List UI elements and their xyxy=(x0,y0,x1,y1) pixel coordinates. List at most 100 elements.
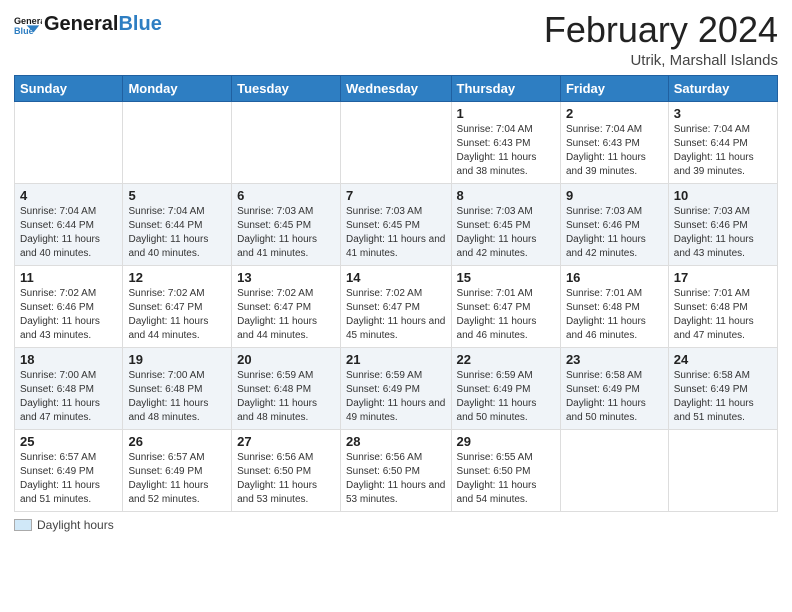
day-info: Sunrise: 7:02 AM Sunset: 6:47 PM Dayligh… xyxy=(237,287,335,343)
day-number: 3 xyxy=(674,106,772,121)
day-cell: 29Sunrise: 6:55 AM Sunset: 6:50 PM Dayli… xyxy=(451,429,560,511)
day-info: Sunrise: 6:59 AM Sunset: 6:49 PM Dayligh… xyxy=(457,369,555,425)
day-info: Sunrise: 7:04 AM Sunset: 6:44 PM Dayligh… xyxy=(674,123,772,179)
week-row-1: 4 Sunrise: 7:04 AM Sunset: 6:44 PM Daylig… xyxy=(15,183,778,265)
day-cell: 28 Sunrise: 6:56 AM Sunset: 6:50 PM Dayli… xyxy=(341,429,452,511)
day-info: Sunrise: 7:00 AM Sunset: 6:48 PM Dayligh… xyxy=(128,369,226,425)
day-number: 20 xyxy=(237,352,335,367)
day-info: Sunrise: 7:04 AM Sunset: 6:44 PM Dayligh… xyxy=(20,205,117,261)
calendar-table: Sunday Monday Tuesday Wednesday Thursday… xyxy=(14,75,778,512)
day-cell xyxy=(15,101,123,183)
svg-text:Blue: Blue xyxy=(14,26,34,36)
day-info: Sunrise: 6:59 AM Sunset: 6:49 PM Dayligh… xyxy=(346,369,446,425)
day-cell: 17Sunrise: 7:01 AM Sunset: 6:48 PM Dayli… xyxy=(668,265,777,347)
day-number: 2 xyxy=(566,106,663,121)
day-info: Sunrise: 7:04 AM Sunset: 6:44 PM Dayligh… xyxy=(128,205,226,261)
day-number: 18 xyxy=(20,352,117,367)
day-info: Sunrise: 7:01 AM Sunset: 6:48 PM Dayligh… xyxy=(674,287,772,343)
day-number: 29 xyxy=(457,434,555,449)
day-number: 16 xyxy=(566,270,663,285)
title-area: February 2024 Utrik, Marshall Islands xyxy=(544,10,778,69)
day-cell: 3 Sunrise: 7:04 AM Sunset: 6:44 PM Daylig… xyxy=(668,101,777,183)
day-cell: 6Sunrise: 7:03 AM Sunset: 6:45 PM Daylig… xyxy=(232,183,341,265)
day-info: Sunrise: 6:56 AM Sunset: 6:50 PM Dayligh… xyxy=(237,451,335,507)
month-title: February 2024 xyxy=(544,10,778,50)
day-cell: 8Sunrise: 7:03 AM Sunset: 6:45 PM Daylig… xyxy=(451,183,560,265)
day-number: 4 xyxy=(20,188,117,203)
day-number: 28 xyxy=(346,434,446,449)
day-info: Sunrise: 7:00 AM Sunset: 6:48 PM Dayligh… xyxy=(20,369,117,425)
logo-general: General xyxy=(44,13,118,35)
day-info: Sunrise: 7:03 AM Sunset: 6:45 PM Dayligh… xyxy=(237,205,335,261)
day-number: 22 xyxy=(457,352,555,367)
day-number: 23 xyxy=(566,352,663,367)
day-info: Sunrise: 6:56 AM Sunset: 6:50 PM Dayligh… xyxy=(346,451,446,507)
header-row: Sunday Monday Tuesday Wednesday Thursday… xyxy=(15,75,778,101)
day-info: Sunrise: 7:01 AM Sunset: 6:47 PM Dayligh… xyxy=(457,287,555,343)
location: Utrik, Marshall Islands xyxy=(544,52,778,69)
logo-icon: General Blue xyxy=(14,10,42,38)
day-number: 26 xyxy=(128,434,226,449)
day-cell: 27 Sunrise: 6:56 AM Sunset: 6:50 PM Dayli… xyxy=(232,429,341,511)
day-info: Sunrise: 6:57 AM Sunset: 6:49 PM Dayligh… xyxy=(128,451,226,507)
day-cell: 24 Sunrise: 6:58 AM Sunset: 6:49 PM Dayli… xyxy=(668,347,777,429)
day-number: 25 xyxy=(20,434,117,449)
day-info: Sunrise: 7:03 AM Sunset: 6:45 PM Dayligh… xyxy=(457,205,555,261)
day-cell: 22 Sunrise: 6:59 AM Sunset: 6:49 PM Dayli… xyxy=(451,347,560,429)
day-cell: 25Sunrise: 6:57 AM Sunset: 6:49 PM Dayli… xyxy=(15,429,123,511)
day-info: Sunrise: 6:58 AM Sunset: 6:49 PM Dayligh… xyxy=(566,369,663,425)
day-cell xyxy=(560,429,668,511)
logo-blue: Blue xyxy=(118,13,161,35)
day-cell: 23 Sunrise: 6:58 AM Sunset: 6:49 PM Dayli… xyxy=(560,347,668,429)
day-number: 10 xyxy=(674,188,772,203)
day-info: Sunrise: 7:03 AM Sunset: 6:46 PM Dayligh… xyxy=(674,205,772,261)
day-info: Sunrise: 7:04 AM Sunset: 6:43 PM Dayligh… xyxy=(566,123,663,179)
day-cell: 15 Sunrise: 7:01 AM Sunset: 6:47 PM Dayli… xyxy=(451,265,560,347)
week-row-2: 11 Sunrise: 7:02 AM Sunset: 6:46 PM Dayli… xyxy=(15,265,778,347)
day-number: 19 xyxy=(128,352,226,367)
day-number: 15 xyxy=(457,270,555,285)
day-cell: 16 Sunrise: 7:01 AM Sunset: 6:48 PM Dayli… xyxy=(560,265,668,347)
day-cell: 20Sunrise: 6:59 AM Sunset: 6:48 PM Dayli… xyxy=(232,347,341,429)
day-cell: 10 Sunrise: 7:03 AM Sunset: 6:46 PM Dayli… xyxy=(668,183,777,265)
day-cell xyxy=(668,429,777,511)
day-cell: 14Sunrise: 7:02 AM Sunset: 6:47 PM Dayli… xyxy=(341,265,452,347)
day-cell: 4 Sunrise: 7:04 AM Sunset: 6:44 PM Daylig… xyxy=(15,183,123,265)
header: General Blue GeneralBlue February 2024 U… xyxy=(14,10,778,69)
week-row-3: 18 Sunrise: 7:00 AM Sunset: 6:48 PM Dayli… xyxy=(15,347,778,429)
week-row-0: 1 Sunrise: 7:04 AM Sunset: 6:43 PM Daylig… xyxy=(15,101,778,183)
daylight-label: Daylight hours xyxy=(37,518,114,532)
day-info: Sunrise: 7:02 AM Sunset: 6:47 PM Dayligh… xyxy=(346,287,446,343)
day-info: Sunrise: 7:02 AM Sunset: 6:47 PM Dayligh… xyxy=(128,287,226,343)
day-cell: 9Sunrise: 7:03 AM Sunset: 6:46 PM Daylig… xyxy=(560,183,668,265)
day-info: Sunrise: 7:02 AM Sunset: 6:46 PM Dayligh… xyxy=(20,287,117,343)
day-number: 27 xyxy=(237,434,335,449)
day-cell xyxy=(123,101,232,183)
day-number: 11 xyxy=(20,270,117,285)
day-cell: 18 Sunrise: 7:00 AM Sunset: 6:48 PM Dayli… xyxy=(15,347,123,429)
day-info: Sunrise: 7:01 AM Sunset: 6:48 PM Dayligh… xyxy=(566,287,663,343)
col-tuesday: Tuesday xyxy=(232,75,341,101)
day-number: 7 xyxy=(346,188,446,203)
day-cell: 1 Sunrise: 7:04 AM Sunset: 6:43 PM Daylig… xyxy=(451,101,560,183)
day-cell: 7Sunrise: 7:03 AM Sunset: 6:45 PM Daylig… xyxy=(341,183,452,265)
day-number: 1 xyxy=(457,106,555,121)
day-info: Sunrise: 6:58 AM Sunset: 6:49 PM Dayligh… xyxy=(674,369,772,425)
day-number: 13 xyxy=(237,270,335,285)
day-cell: 12Sunrise: 7:02 AM Sunset: 6:47 PM Dayli… xyxy=(123,265,232,347)
col-saturday: Saturday xyxy=(668,75,777,101)
col-monday: Monday xyxy=(123,75,232,101)
day-cell: 2 Sunrise: 7:04 AM Sunset: 6:43 PM Daylig… xyxy=(560,101,668,183)
col-wednesday: Wednesday xyxy=(341,75,452,101)
col-friday: Friday xyxy=(560,75,668,101)
logo-area: General Blue GeneralBlue xyxy=(14,10,162,38)
day-number: 24 xyxy=(674,352,772,367)
day-number: 9 xyxy=(566,188,663,203)
day-number: 21 xyxy=(346,352,446,367)
day-number: 5 xyxy=(128,188,226,203)
footer: Daylight hours xyxy=(14,518,778,532)
day-info: Sunrise: 7:04 AM Sunset: 6:43 PM Dayligh… xyxy=(457,123,555,179)
col-sunday: Sunday xyxy=(15,75,123,101)
day-cell: 5 Sunrise: 7:04 AM Sunset: 6:44 PM Daylig… xyxy=(123,183,232,265)
week-row-4: 25 Sunrise: 6:57 AM Sunset: 6:49 PM Dayli… xyxy=(15,429,778,511)
